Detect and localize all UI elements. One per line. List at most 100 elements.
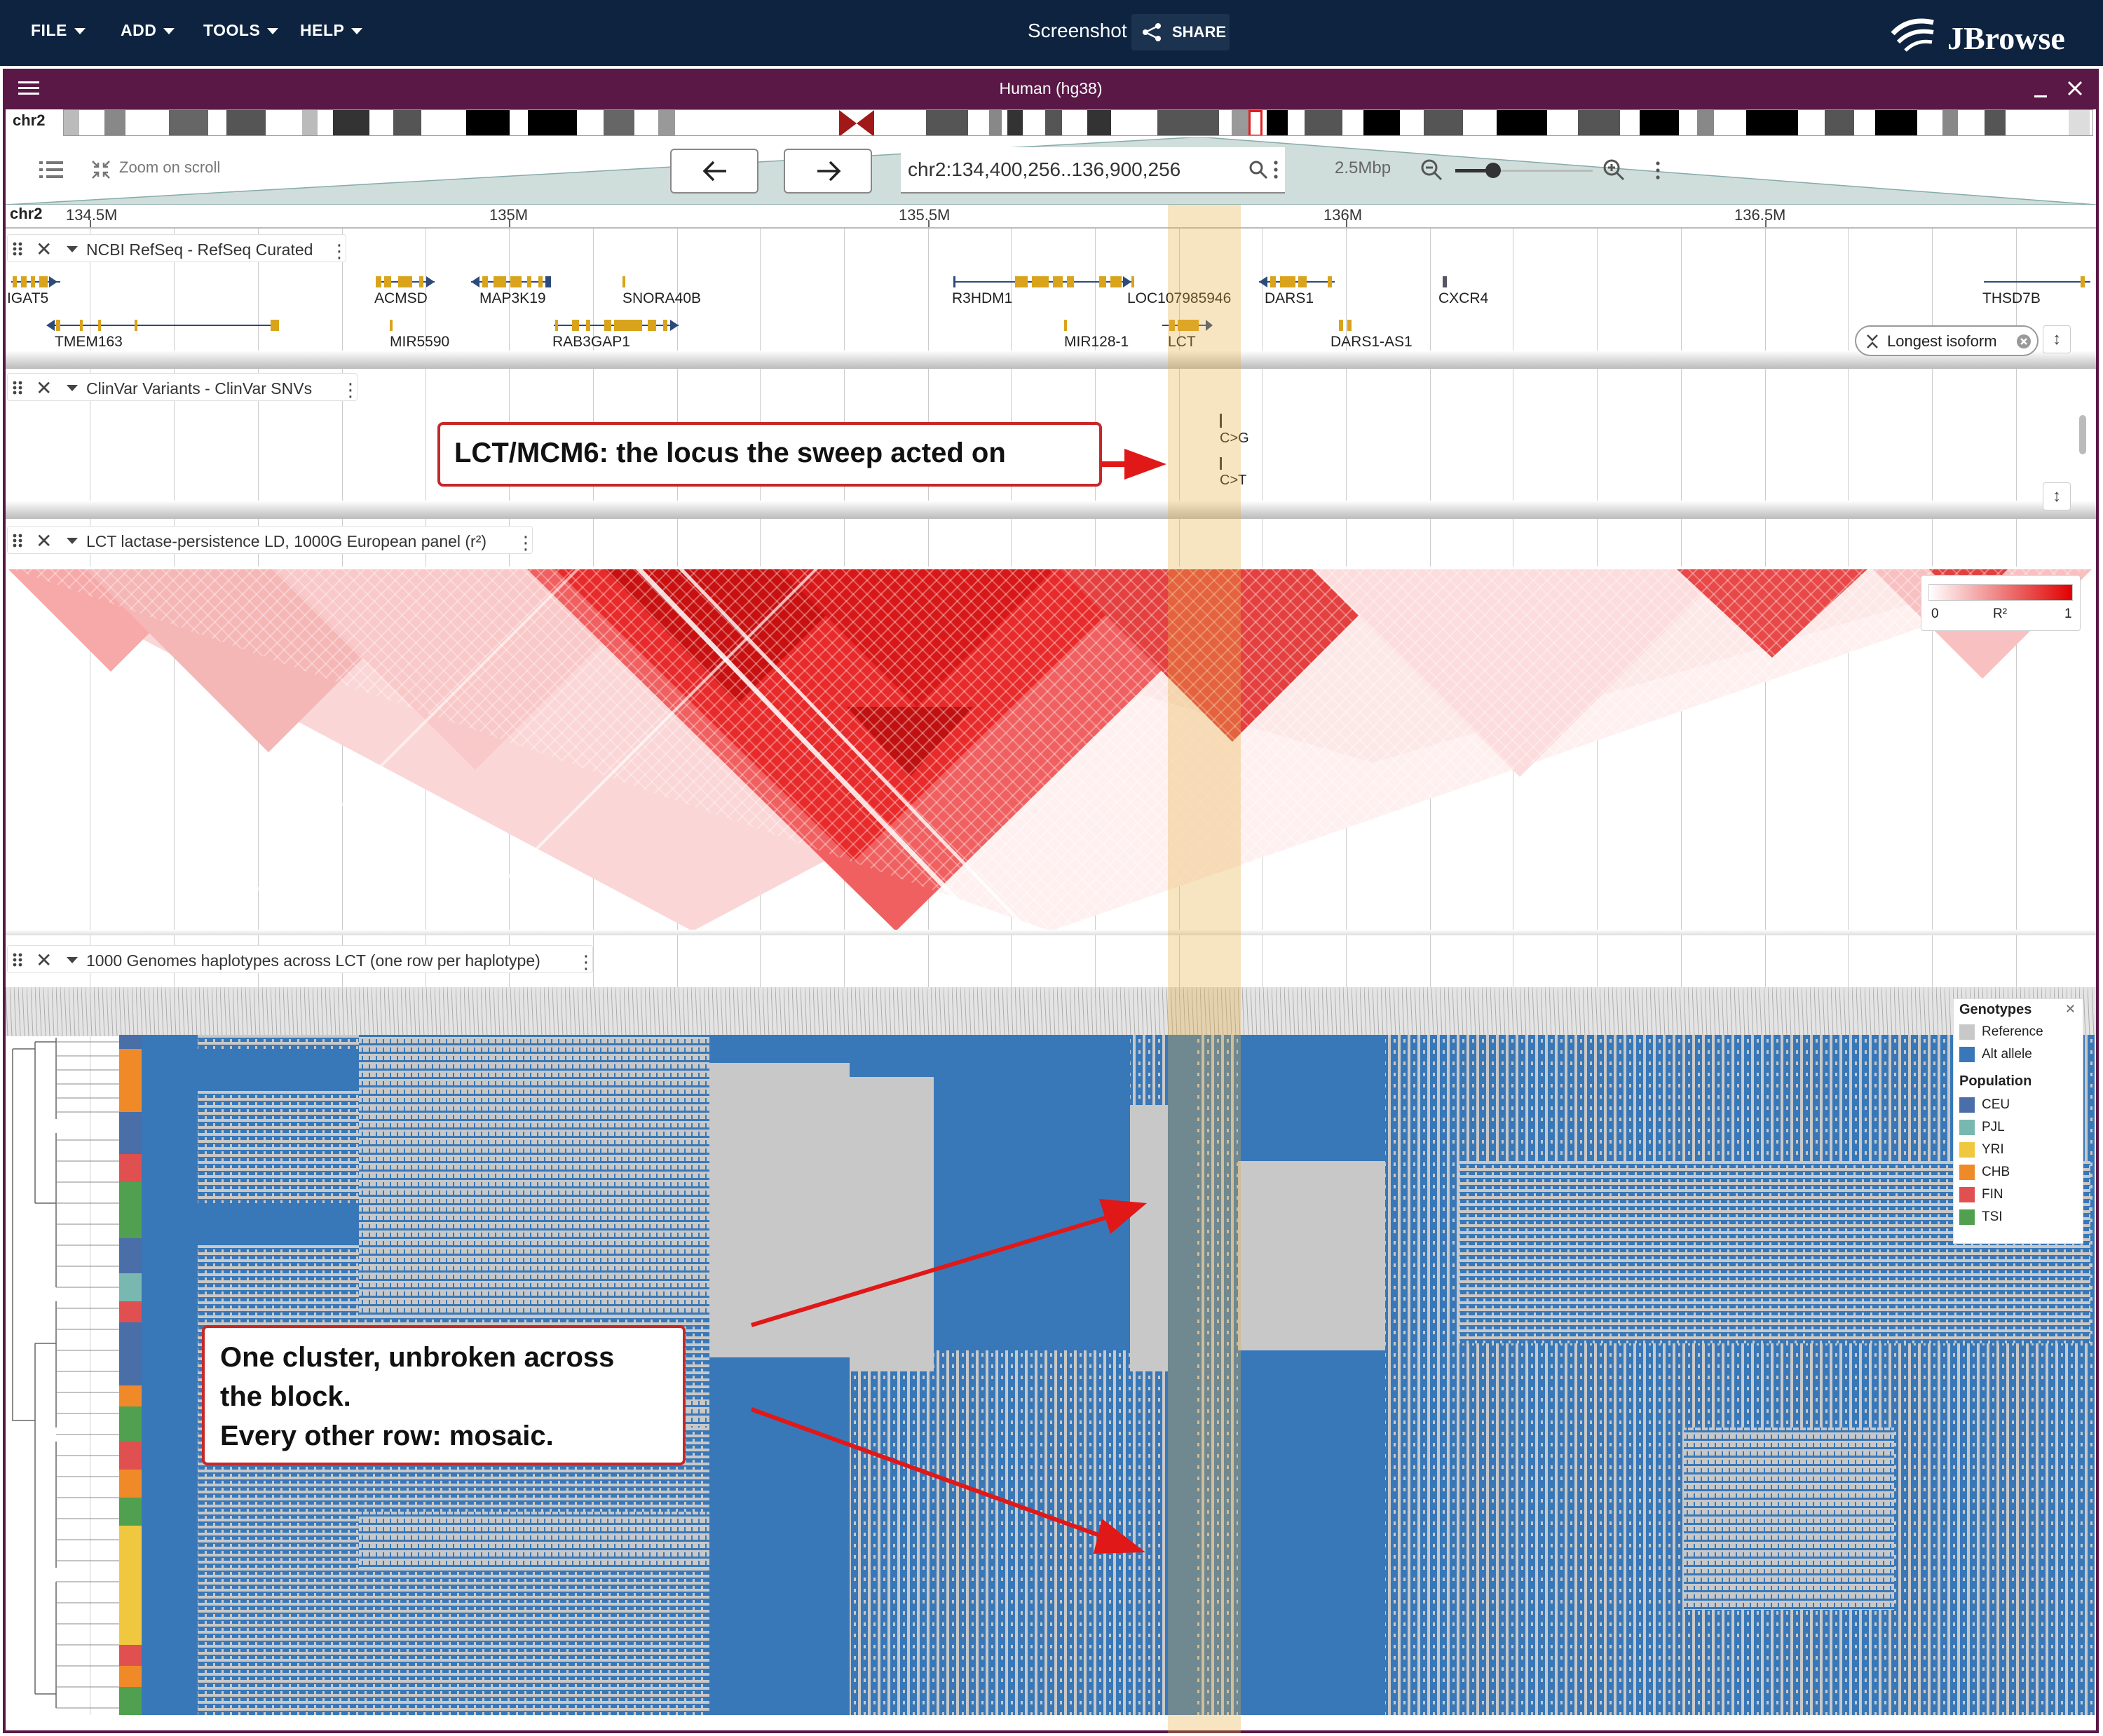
track-header-refseq[interactable]: ✕ NCBI RefSeq - RefSeq Curated ⋮ [7, 234, 348, 262]
band [169, 110, 208, 135]
gene-label[interactable]: DARS1 [1265, 290, 1314, 307]
track-menu-icon[interactable]: ⋮ [341, 379, 360, 401]
track-divider[interactable] [6, 930, 2096, 935]
ideogram-bands[interactable] [63, 109, 2093, 136]
bp-per-width: 2.5Mbp [1335, 158, 1391, 177]
zoom-slider-thumb[interactable] [1485, 163, 1501, 178]
close-track-icon[interactable]: ✕ [36, 238, 52, 261]
track-header-clinvar[interactable]: ✕ ClinVar Variants - ClinVar SNVs ⋮ [7, 373, 360, 401]
location-search-box[interactable] [901, 147, 1285, 194]
ruler-tick [509, 220, 510, 227]
app-bar: FILE ADD TOOLS HELP Screenshot SHARE JBr… [0, 0, 2103, 66]
file-menu[interactable]: FILE [31, 21, 86, 40]
band [2069, 110, 2090, 135]
scroll-right-button[interactable] [784, 149, 872, 194]
legend-item: CEU [1959, 1097, 2010, 1114]
track-divider[interactable] [6, 351, 2096, 369]
gene-label[interactable]: MIR128-1 [1064, 334, 1129, 351]
gene-label[interactable]: R3HDM1 [952, 290, 1012, 307]
legend-label: TSI [1982, 1209, 2003, 1225]
minimize-icon[interactable] [2033, 83, 2048, 98]
variant-label[interactable]: C>T [1220, 473, 1246, 489]
chromosome-ideogram[interactable]: chr2 [6, 109, 2096, 137]
track-selector-icon[interactable] [39, 160, 63, 179]
close-track-icon[interactable]: ✕ [36, 529, 52, 552]
collapse-track-icon[interactable] [67, 957, 78, 963]
chevron-down-icon [351, 28, 363, 35]
drag-handle-icon[interactable] [12, 381, 23, 395]
locus-callout: LCT/MCM6: the locus the sweep acted on [437, 422, 1102, 487]
gene-glyphs[interactable] [6, 266, 2096, 351]
zoom-on-scroll-icon[interactable] [91, 160, 111, 179]
zoom-in-icon[interactable] [1602, 158, 1625, 181]
add-menu-label: ADD [121, 21, 157, 39]
track-divider[interactable] [6, 501, 2096, 519]
add-menu[interactable]: ADD [121, 21, 175, 40]
location-menu-icon[interactable] [1272, 160, 1279, 179]
zoom-on-scroll-toggle[interactable]: Zoom on scroll [119, 158, 220, 177]
share-button[interactable]: SHARE [1131, 14, 1230, 50]
track-menu-icon[interactable]: ⋮ [517, 532, 535, 554]
haplotype-dendrogram[interactable] [7, 1035, 119, 1715]
session-title[interactable]: Screenshot [1028, 20, 1127, 42]
tools-menu[interactable]: TOOLS [203, 21, 279, 40]
collapse-track-icon[interactable] [67, 246, 78, 252]
ruler-tick [1765, 220, 1767, 227]
track-header-ld[interactable]: ✕ LCT lactase-persistence LD, 1000G Euro… [7, 526, 535, 554]
scroll-left-button[interactable] [670, 149, 758, 194]
legend-item: Reference [1959, 1024, 2043, 1041]
gene-label[interactable]: LOC107985946 [1127, 290, 1231, 307]
gene-label[interactable]: CXCR4 [1438, 290, 1488, 307]
collapse-track-icon[interactable] [67, 385, 78, 391]
close-legend-icon[interactable]: ✕ [2065, 1002, 2076, 1017]
drag-handle-icon[interactable] [12, 534, 23, 548]
gene-label[interactable]: DARS1-AS1 [1330, 334, 1413, 351]
close-track-icon[interactable]: ✕ [36, 377, 52, 400]
help-menu[interactable]: HELP [300, 21, 363, 40]
close-track-icon[interactable]: ✕ [36, 949, 52, 972]
arrow-right-icon [817, 161, 841, 182]
gene-label[interactable]: THSD7B [1982, 290, 2041, 307]
track-menu-icon[interactable]: ⋮ [577, 951, 595, 973]
view-options-icon[interactable] [1654, 160, 1661, 181]
gene-label[interactable]: MIR5590 [390, 334, 449, 351]
ld-heatmap[interactable] [6, 567, 2096, 931]
close-view-icon[interactable] [2067, 80, 2083, 97]
band [1232, 110, 1248, 135]
zoom-out-icon[interactable] [1420, 158, 1443, 181]
variant-glyphs[interactable] [1217, 414, 1231, 513]
clear-icon[interactable] [2016, 334, 2031, 349]
band [658, 110, 675, 135]
drag-handle-icon[interactable] [12, 953, 23, 967]
collapse-track-icon[interactable] [67, 538, 78, 544]
scrollbar[interactable] [2079, 415, 2086, 454]
gene-label[interactable]: IGAT5 [7, 290, 48, 307]
band [1007, 110, 1023, 135]
band [1267, 110, 1288, 135]
ruler-tick [1346, 220, 1347, 227]
variant-label[interactable]: C>G [1220, 430, 1249, 447]
gene-label[interactable]: SNORA40B [622, 290, 701, 307]
band [1087, 110, 1111, 135]
cluster-callout-line: One cluster, unbroken across [220, 1342, 615, 1373]
drag-handle-icon[interactable] [12, 242, 23, 256]
gene-label[interactable]: LCT [1168, 334, 1196, 351]
gene-label[interactable]: RAB3GAP1 [552, 334, 630, 351]
gene-label[interactable]: ACMSD [374, 290, 428, 307]
location-input[interactable] [908, 158, 1216, 181]
track-menu-icon[interactable]: ⋮ [330, 240, 348, 262]
band [1305, 110, 1342, 135]
ruler-tick-label: 136M [1323, 206, 1363, 224]
gene-label[interactable]: MAP3K19 [479, 290, 546, 307]
ideogram-viewport-marker[interactable] [1248, 110, 1263, 135]
search-icon[interactable] [1248, 160, 1268, 179]
coordinate-ruler[interactable]: chr2 134.5M 135M 135.5M 136M 136.5M [6, 205, 2096, 229]
track-header-haplotypes[interactable]: ✕ 1000 Genomes haplotypes across LCT (on… [7, 945, 595, 973]
gene-label[interactable]: TMEM163 [55, 334, 123, 351]
band [1746, 110, 1798, 135]
band [64, 110, 79, 135]
track-height-expand-icon[interactable]: ↕ [2043, 482, 2071, 510]
track-height-expand-icon[interactable]: ↕ [2043, 325, 2071, 353]
longest-isoform-chip[interactable]: Longest isoform [1855, 325, 2039, 356]
ld-legend-label: R² [1993, 606, 2008, 621]
